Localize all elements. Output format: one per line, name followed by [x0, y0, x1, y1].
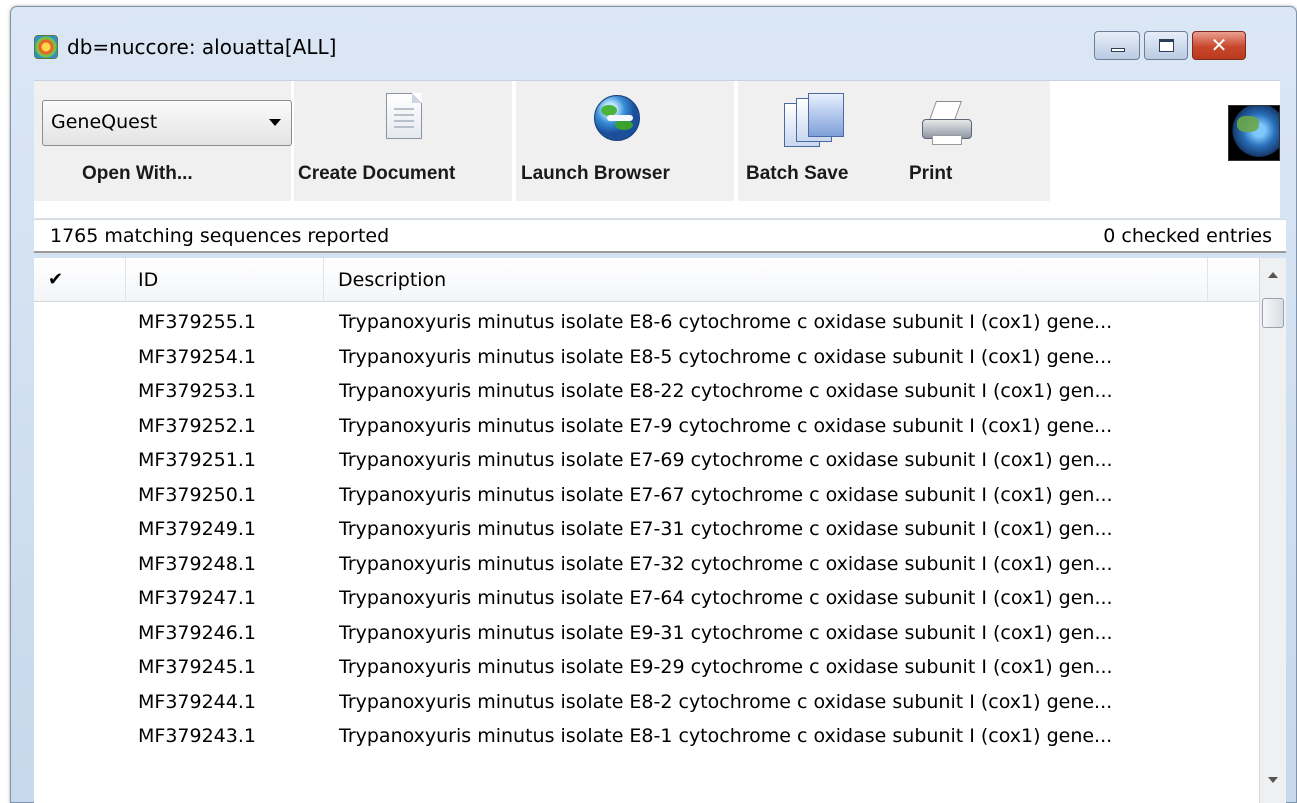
- row-description: Trypanoxyuris minutus isolate E8-1 cytoc…: [339, 725, 1113, 747]
- row-id: MF379243.1: [138, 725, 256, 747]
- row-id: MF379254.1: [138, 345, 256, 368]
- row-id: MF379253.1: [138, 380, 256, 402]
- table-row[interactable]: MF379251.1 Trypanoxyuris minutus isolate…: [34, 443, 1259, 478]
- row-id: MF379244.1: [138, 690, 256, 713]
- maximize-button[interactable]: [1144, 31, 1188, 60]
- checked-count: 0 checked entries: [1103, 225, 1272, 247]
- scroll-up-arrow-icon[interactable]: [1268, 272, 1278, 278]
- row-id: MF379249.1: [138, 518, 256, 540]
- print-button[interactable]: Print: [909, 163, 952, 185]
- id-column-header[interactable]: ID: [126, 258, 324, 302]
- scroll-down-arrow-icon[interactable]: [1268, 777, 1278, 783]
- open-with-dropdown[interactable]: GeneQuest: [42, 100, 292, 146]
- minimize-icon: [1111, 48, 1125, 52]
- row-description: Trypanoxyuris minutus isolate E8-22 cyto…: [339, 380, 1113, 402]
- open-with-button[interactable]: Open With...: [82, 163, 193, 185]
- document-line: [394, 114, 414, 116]
- row-id: MF379252.1: [138, 414, 256, 437]
- row-id: MF379251.1: [138, 449, 256, 471]
- check-column-header[interactable]: ✔: [34, 258, 126, 302]
- printer-output: [932, 135, 962, 145]
- results-table: ✔ ID Description MF379255.1 Trypanoxyuri…: [34, 258, 1286, 803]
- document-line: [394, 108, 414, 110]
- globe-land: [615, 120, 633, 130]
- filler-column-header: [1208, 258, 1259, 302]
- minimize-button[interactable]: [1094, 31, 1140, 60]
- table-row[interactable]: MF379245.1 Trypanoxyuris minutus isolate…: [34, 650, 1259, 685]
- row-description: Trypanoxyuris minutus isolate E8-5 cytoc…: [339, 345, 1113, 368]
- row-id: MF379255.1: [138, 311, 256, 333]
- row-id: MF379248.1: [138, 552, 256, 575]
- status-bar: 1765 matching sequences reported 0 check…: [34, 219, 1286, 253]
- table-row[interactable]: MF379255.1 Trypanoxyuris minutus isolate…: [34, 305, 1259, 340]
- table-row[interactable]: MF379247.1 Trypanoxyuris minutus isolate…: [34, 581, 1259, 616]
- close-icon: ✕: [1210, 33, 1228, 57]
- table-row[interactable]: MF379253.1 Trypanoxyuris minutus isolate…: [34, 374, 1259, 409]
- table-row[interactable]: MF379254.1 Trypanoxyuris minutus isolate…: [34, 340, 1259, 375]
- row-id: MF379246.1: [138, 621, 256, 644]
- table-row[interactable]: MF379250.1 Trypanoxyuris minutus isolate…: [34, 478, 1259, 513]
- table-row[interactable]: MF379243.1 Trypanoxyuris minutus isolate…: [34, 719, 1259, 754]
- row-description: Trypanoxyuris minutus isolate E7-64 cyto…: [339, 587, 1113, 609]
- close-button[interactable]: ✕: [1192, 31, 1246, 60]
- maximize-icon: [1159, 39, 1174, 52]
- table-row[interactable]: MF379249.1 Trypanoxyuris minutus isolate…: [34, 512, 1259, 547]
- toolbar: GeneQuest Open With... Create Document L…: [34, 80, 1280, 218]
- description-column-header[interactable]: Description: [324, 258, 1208, 302]
- row-description: Trypanoxyuris minutus isolate E8-6 cytoc…: [339, 311, 1113, 333]
- scrollbar-thumb[interactable]: [1262, 298, 1284, 328]
- row-description: Trypanoxyuris minutus isolate E7-31 cyto…: [339, 518, 1113, 540]
- table-row[interactable]: MF379248.1 Trypanoxyuris minutus isolate…: [34, 547, 1259, 582]
- table-body: MF379255.1 Trypanoxyuris minutus isolate…: [34, 305, 1259, 754]
- matching-count: 1765 matching sequences reported: [50, 225, 390, 247]
- document-line: [394, 120, 414, 122]
- vertical-scrollbar[interactable]: [1259, 258, 1286, 803]
- printer-icon[interactable]: [918, 101, 978, 149]
- row-description: Trypanoxyuris minutus isolate E9-31 cyto…: [339, 621, 1113, 644]
- open-with-selected-value: GeneQuest: [51, 111, 158, 133]
- row-description: Trypanoxyuris minutus isolate E7-67 cyto…: [339, 483, 1113, 506]
- row-description: Trypanoxyuris minutus isolate E7-32 cyto…: [339, 552, 1113, 575]
- dropdown-arrow-icon: [269, 119, 281, 126]
- table-row[interactable]: MF379244.1 Trypanoxyuris minutus isolate…: [34, 685, 1259, 720]
- batch-save-button[interactable]: Batch Save: [746, 163, 848, 185]
- row-description: Trypanoxyuris minutus isolate E7-69 cyto…: [339, 449, 1113, 471]
- app-icon[interactable]: [34, 35, 58, 59]
- document-icon[interactable]: [386, 93, 422, 139]
- table-header: ✔ ID Description: [34, 258, 1259, 302]
- batch-page: [808, 93, 844, 137]
- batch-save-icon[interactable]: [784, 93, 846, 147]
- earth-logo-icon: [1228, 105, 1280, 161]
- row-description: Trypanoxyuris minutus isolate E9-29 cyto…: [339, 656, 1113, 678]
- row-description: Trypanoxyuris minutus isolate E7-9 cytoc…: [339, 414, 1113, 437]
- window-title: db=nuccore: alouatta[ALL]: [67, 35, 337, 59]
- table-row[interactable]: MF379246.1 Trypanoxyuris minutus isolate…: [34, 616, 1259, 651]
- launch-browser-label[interactable]: Launch Browser: [521, 163, 670, 185]
- earth-land: [1237, 116, 1259, 132]
- table-row[interactable]: MF379252.1 Trypanoxyuris minutus isolate…: [34, 409, 1259, 444]
- document-line: [394, 126, 414, 128]
- row-description: Trypanoxyuris minutus isolate E8-2 cytoc…: [339, 690, 1113, 713]
- create-document-label[interactable]: Create Document: [298, 163, 455, 185]
- globe-arrow: [607, 115, 633, 121]
- id-column-label: ID: [138, 269, 159, 291]
- row-id: MF379245.1: [138, 656, 256, 678]
- description-column-label: Description: [338, 269, 447, 291]
- checkmark-icon: ✔: [48, 269, 64, 290]
- row-id: MF379250.1: [138, 483, 256, 506]
- title-bar[interactable]: db=nuccore: alouatta[ALL] ✕: [11, 7, 1296, 77]
- globe-browser-icon[interactable]: [594, 95, 640, 141]
- row-id: MF379247.1: [138, 587, 256, 609]
